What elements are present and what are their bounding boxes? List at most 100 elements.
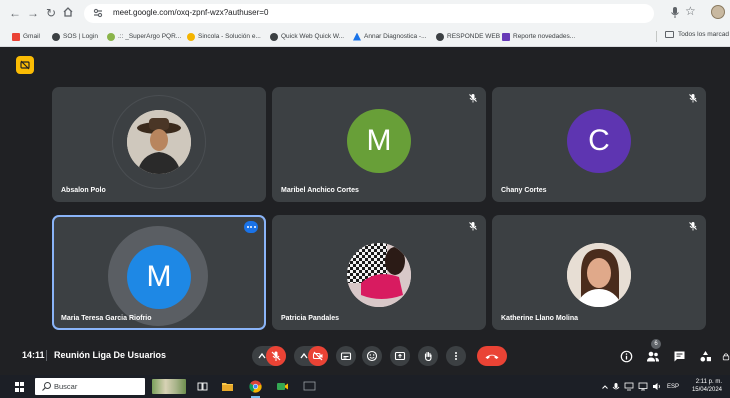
reactions-button[interactable] [362, 346, 382, 366]
host-controls-button[interactable] [722, 349, 730, 363]
browser-chrome: ← → ↻ meet.google.com/oxq-zpnf-wzx?authu… [0, 0, 730, 47]
back-icon[interactable]: ← [8, 6, 22, 20]
participant-photo [127, 110, 191, 174]
participant-tile[interactable]: M Maribel Anchico Cortes [272, 87, 486, 202]
search-icon [42, 382, 51, 391]
bookmarks-divider [656, 31, 657, 42]
taskbar-search[interactable]: Buscar [35, 378, 145, 395]
home-icon[interactable] [61, 6, 75, 20]
people-icon [647, 351, 659, 361]
participant-tile[interactable]: C Chany Cortes [492, 87, 706, 202]
volume-icon[interactable] [652, 379, 662, 394]
mic-off-icon [469, 222, 477, 231]
camera-off-icon [312, 351, 323, 361]
file-explorer-icon[interactable] [220, 379, 235, 394]
show-hidden-icons[interactable] [601, 379, 609, 394]
participant-tile[interactable]: Absalon Polo [52, 87, 266, 202]
network-icon[interactable] [624, 379, 634, 394]
windows-taskbar: Buscar ESP 2:11 p. m. 15/04/2024 [0, 375, 730, 398]
address-bar[interactable]: meet.google.com/oxq-zpnf-wzx?authuser=0 [84, 4, 654, 23]
avatar-initial: M [146, 260, 172, 293]
taskbar-date: 15/04/2024 [691, 387, 722, 393]
meeting-stage: Absalon Polo M Maribel Anchico Cortes C … [0, 47, 730, 375]
url-text: meet.google.com/oxq-zpnf-wzx?authuser=0 [113, 8, 269, 17]
meeting-info-separator [46, 350, 47, 361]
task-view-icon[interactable] [195, 379, 210, 394]
shapes-icon [700, 350, 711, 361]
meeting-clock: 14:11 [22, 350, 45, 360]
navigation-bar: ← → ↻ meet.google.com/oxq-zpnf-wzx?authu… [0, 0, 730, 26]
meeting-title: Reunión Liga De Usuarios [54, 350, 167, 360]
speaking-indicator-icon [244, 221, 258, 233]
bookmark-label: Gmail [23, 33, 40, 40]
more-options-button[interactable] [446, 346, 466, 366]
participant-name: Maribel Anchico Cortes [281, 187, 359, 194]
activities-button[interactable] [698, 349, 712, 363]
microphone-toggle-button[interactable] [266, 346, 286, 366]
emoji-icon [366, 350, 378, 362]
chat-button[interactable] [672, 349, 686, 363]
profile-avatar[interactable] [711, 5, 725, 19]
bookmark-reporte-novedades[interactable]: Reporte novedades... [502, 31, 575, 42]
participant-tile[interactable]: Katherine Llano Molina [492, 215, 706, 330]
forward-icon[interactable]: → [26, 6, 40, 20]
mic-off-icon [689, 222, 697, 231]
input-language[interactable]: ESP [667, 379, 679, 394]
avatar-initial: C [588, 124, 610, 157]
bookmark-sincola[interactable]: Sincola - Solución e... [187, 31, 261, 42]
mic-off-icon [469, 94, 477, 103]
captions-button[interactable] [336, 346, 356, 366]
all-bookmarks-folder[interactable]: Todos los marcad [665, 31, 729, 38]
bookmark-label: Sincola - Solución e... [198, 33, 261, 40]
camera-control-group [294, 346, 328, 366]
leave-call-button[interactable] [477, 346, 507, 366]
windows-start-icon[interactable] [15, 382, 25, 392]
mic-off-icon [271, 351, 281, 361]
participant-avatar: M [127, 245, 191, 309]
host-controls-icon[interactable] [16, 56, 34, 74]
taskbar-window-preview[interactable] [302, 379, 317, 394]
present-screen-button[interactable] [390, 346, 410, 366]
taskbar-time: 2:11 p. m. [695, 379, 722, 385]
chrome-icon[interactable] [248, 379, 263, 398]
mic-off-icon [689, 94, 697, 103]
lock-person-icon [722, 352, 730, 360]
bookmark-responde-web[interactable]: RESPONDE WEB [436, 31, 500, 42]
raise-hand-button[interactable] [418, 346, 438, 366]
meeting-details-button[interactable] [619, 349, 633, 363]
microphone-in-use-icon[interactable] [669, 6, 681, 19]
bookmark-label: Reporte novedades... [513, 33, 576, 40]
camera-toggle-button[interactable] [308, 346, 328, 366]
bookmark-quick-web[interactable]: Quick Web Quick W... [270, 31, 344, 42]
info-icon [620, 350, 632, 362]
bookmark-annar[interactable]: Annar Diagnostica -... [353, 31, 427, 42]
participant-tile-active[interactable]: M Maria Teresa Garcia Riofrio [52, 215, 266, 330]
closed-captions-icon [340, 352, 352, 361]
search-highlight-image[interactable] [152, 379, 186, 394]
people-count-badge: 6 [651, 339, 661, 349]
people-button[interactable] [646, 349, 660, 363]
taskbar-clock[interactable]: 2:11 p. m. 15/04/2024 [686, 378, 722, 394]
bookmark-label: Quick Web Quick W... [281, 33, 345, 40]
participant-name: Chany Cortes [501, 187, 547, 194]
gmail-icon [12, 32, 20, 41]
bookmark-sos-login[interactable]: SOS | Login [52, 31, 98, 42]
chat-icon [674, 351, 684, 361]
more-vert-icon [455, 352, 457, 360]
display-icon[interactable] [638, 379, 648, 394]
bookmark-label: SOS | Login [63, 33, 98, 40]
bookmark-superargo[interactable]: .:: _SuperArgo PQR... [107, 31, 181, 42]
participant-photo [347, 243, 411, 307]
tray-mic-icon[interactable] [612, 379, 620, 394]
site-settings-icon[interactable] [92, 7, 104, 19]
globe-icon [270, 32, 278, 41]
bookmark-label: Annar Diagnostica -... [364, 33, 427, 40]
folder-icon [665, 31, 674, 38]
reload-icon[interactable]: ↻ [44, 6, 58, 20]
meet-app-icon[interactable] [275, 379, 290, 394]
bookmark-star-icon[interactable]: ☆ [685, 4, 696, 18]
participant-tile[interactable]: Patricia Pandales [272, 215, 486, 330]
bookmark-label: .:: _SuperArgo PQR... [118, 33, 182, 40]
participant-photo [567, 243, 631, 307]
bookmark-gmail[interactable]: Gmail [12, 31, 40, 42]
